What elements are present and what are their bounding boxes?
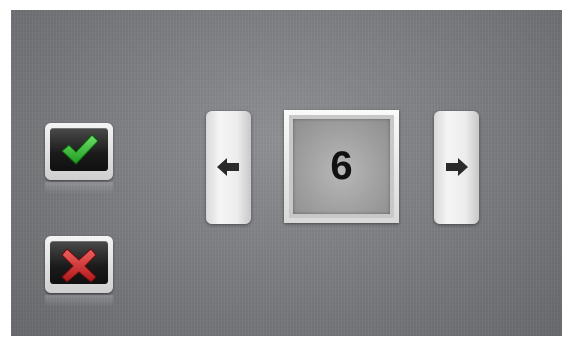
arrow-right-icon xyxy=(446,158,468,176)
cancel-button[interactable] xyxy=(45,236,113,293)
screen: 6 xyxy=(11,10,562,336)
confirm-button[interactable] xyxy=(45,123,113,180)
cancel-button-face xyxy=(50,241,108,284)
confirm-button-reflection xyxy=(45,182,113,194)
selected-value: 6 xyxy=(330,144,353,188)
x-icon xyxy=(61,248,97,283)
arrow-left-icon xyxy=(217,158,239,176)
confirm-button-face xyxy=(50,128,108,171)
checkmark-icon xyxy=(61,134,99,165)
previous-button[interactable] xyxy=(206,111,251,224)
value-display: 6 xyxy=(284,110,399,223)
next-button[interactable] xyxy=(434,111,479,224)
value-display-inner: 6 xyxy=(293,119,390,214)
value-display-frame: 6 xyxy=(289,115,394,218)
cancel-button-reflection xyxy=(45,295,113,307)
